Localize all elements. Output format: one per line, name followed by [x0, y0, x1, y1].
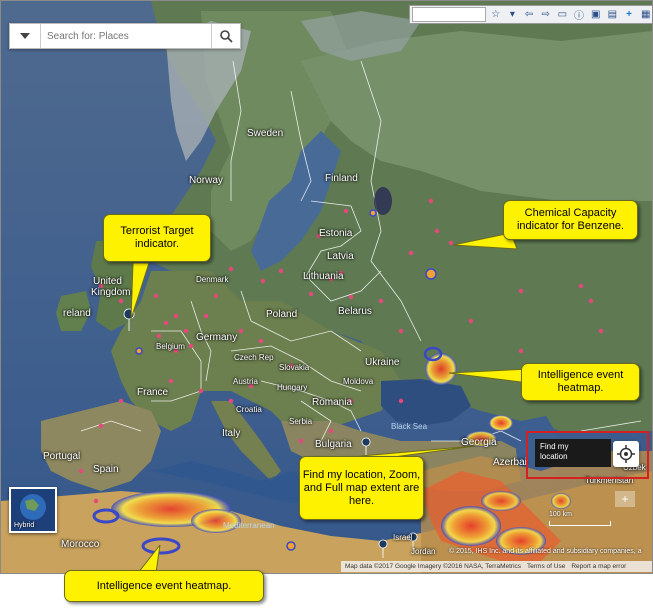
- label-serbia: Serbia: [289, 417, 313, 426]
- label-morocco: Morocco: [61, 539, 100, 550]
- search-button[interactable]: [211, 24, 240, 48]
- label-italy: Italy: [222, 428, 241, 439]
- label-bulgaria: Bulgaria: [315, 439, 352, 450]
- image-icon[interactable]: ▣: [588, 8, 603, 22]
- report-error-link[interactable]: Report a map error: [571, 563, 626, 570]
- label-ireland: reland: [63, 308, 91, 319]
- search-icon: [219, 29, 233, 43]
- label-uk-line1: United: [93, 276, 122, 287]
- label-germany: Germany: [196, 332, 238, 343]
- callout-intel-heatmap-bottom: Intelligence event heatmap.: [64, 570, 264, 602]
- star-icon[interactable]: ☆: [488, 8, 503, 22]
- callout-terrorist-target: Terrorist Target indicator.: [103, 214, 211, 262]
- label-france: France: [137, 387, 169, 398]
- find-my-location-tooltip: Find my location: [535, 439, 611, 467]
- back-icon[interactable]: ⇦: [522, 8, 537, 22]
- label-portugal: Portugal: [43, 451, 81, 462]
- crosshair-icon: [617, 445, 635, 463]
- label-jordan: Jordan: [411, 547, 436, 556]
- label-sweden: Sweden: [247, 128, 284, 139]
- label-spain: Spain: [93, 464, 119, 475]
- label-georgia: Georgia: [461, 437, 497, 448]
- label-poland: Poland: [266, 309, 298, 320]
- callout-intel-heatmap-right: Intelligence event heatmap.: [521, 363, 640, 401]
- zoom-control[interactable]: +: [615, 491, 635, 507]
- tooltip-line1: Find my: [540, 442, 569, 451]
- scale-label: 100 km: [549, 511, 572, 518]
- toolbar-address-box[interactable]: [412, 7, 487, 22]
- label-norway: Norway: [189, 175, 223, 186]
- window-icon[interactable]: ▭: [555, 8, 570, 22]
- hybrid-basemap-toggle[interactable]: Hybrid: [9, 487, 57, 533]
- label-moldova: Moldova: [343, 377, 374, 386]
- help-icon[interactable]: ⓘ: [572, 8, 587, 22]
- copyright-text: © 2015, IHS Inc. and its affiliated and …: [449, 548, 642, 555]
- label-belarus: Belarus: [338, 306, 372, 317]
- callout-chemical-capacity: Chemical Capacity indicator for Benzene.: [503, 200, 638, 240]
- find-my-location-button[interactable]: [613, 441, 639, 467]
- picture-icon[interactable]: ▤: [605, 8, 620, 22]
- label-hungary: Hungary: [277, 383, 308, 392]
- add-icon[interactable]: +: [622, 8, 637, 22]
- hybrid-label: Hybrid: [14, 522, 35, 529]
- screenshot-icon[interactable]: ▦: [638, 8, 652, 22]
- dropdown-icon[interactable]: ▾: [505, 8, 520, 22]
- label-czech: Czech Rep: [234, 353, 274, 362]
- label-estonia: Estonia: [319, 228, 353, 239]
- map-data-credit: Map data ©2017 Google Imagery ©2016 NASA…: [345, 563, 522, 570]
- search-type-dropdown[interactable]: [10, 24, 41, 48]
- label-israel: Israel: [393, 533, 413, 542]
- tooltip-line2: location: [540, 452, 568, 461]
- label-latvia: Latvia: [327, 251, 354, 262]
- label-austria: Austria: [233, 377, 258, 386]
- forward-icon[interactable]: ⇨: [538, 8, 553, 22]
- terms-link[interactable]: Terms of Use: [527, 563, 565, 570]
- label-denmark: Denmark: [196, 275, 229, 284]
- label-black-sea: Black Sea: [391, 422, 428, 431]
- label-mediterranean: Mediterranean: [223, 521, 275, 530]
- label-lithuania: Lithuania: [303, 271, 344, 282]
- label-uk-line2: Kingdom: [91, 287, 131, 298]
- map-frame: Sweden Finland Norway Estonia Latvia Lit…: [0, 0, 653, 574]
- label-belgium: Belgium: [156, 342, 185, 351]
- search-input[interactable]: [41, 25, 211, 47]
- label-croatia: Croatia: [236, 405, 262, 414]
- label-ukraine: Ukraine: [365, 357, 400, 368]
- chevron-down-icon: [20, 33, 30, 39]
- label-romania: Romania: [312, 397, 353, 408]
- label-azerbaijan: Azerbai: [493, 457, 527, 468]
- scale-bar: [549, 521, 611, 526]
- place-search-bar: [9, 23, 241, 49]
- attribution-bar: Map data ©2017 Google Imagery ©2016 NASA…: [341, 561, 652, 572]
- label-slovakia: Slovakia: [279, 363, 310, 372]
- browser-toolbar: ☆ ▾ ⇦ ⇨ ▭ ⓘ ▣ ▤ + ▦: [409, 5, 652, 24]
- label-finland: Finland: [325, 173, 358, 184]
- callout-find-my-location: Find my location, Zoom, and Full map ext…: [299, 456, 424, 520]
